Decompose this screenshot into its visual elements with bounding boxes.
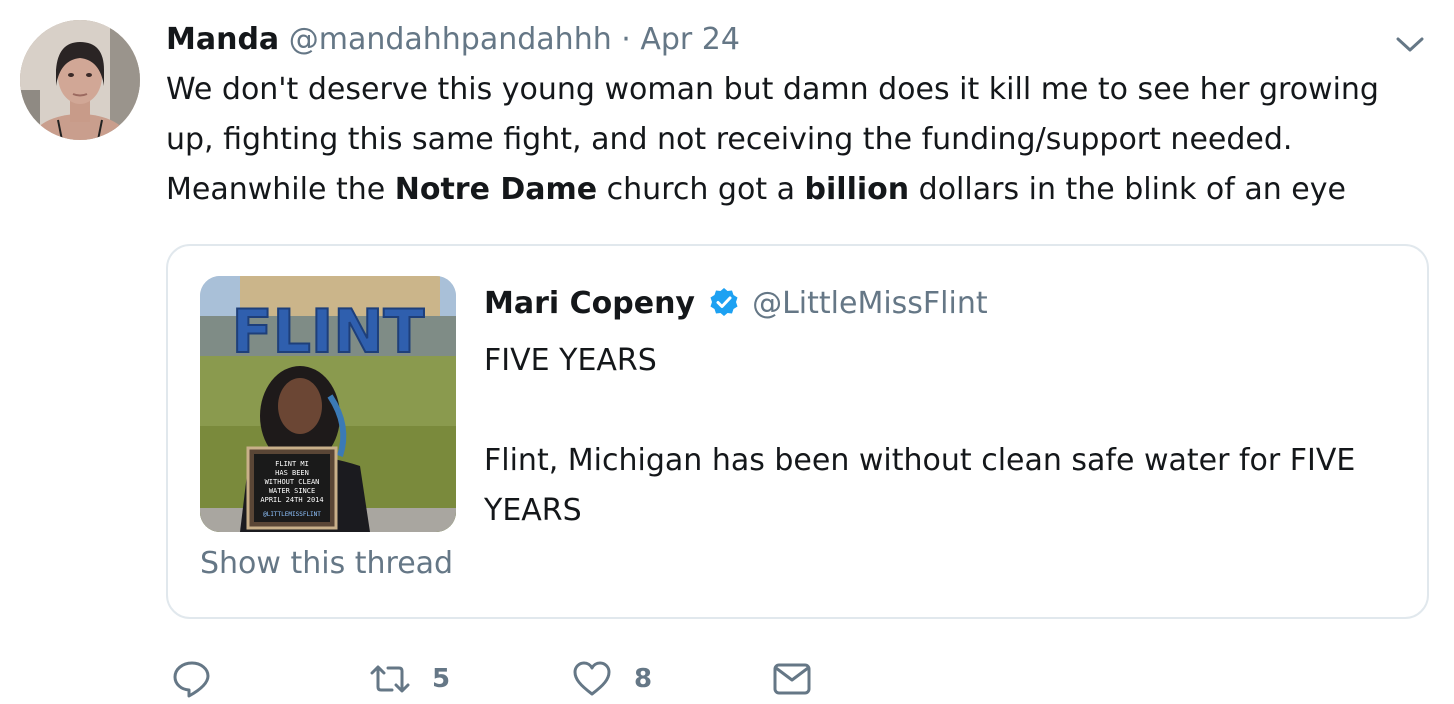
show-thread-link[interactable]: Show this thread bbox=[200, 544, 453, 584]
more-options-icon[interactable] bbox=[1394, 32, 1426, 56]
like-count: 8 bbox=[634, 664, 653, 694]
retweet-icon bbox=[370, 665, 410, 693]
retweet-button[interactable]: 5 bbox=[370, 656, 450, 702]
envelope-icon bbox=[773, 663, 811, 695]
quoted-tweet[interactable]: FLINT FLINT MI HAS BEEN WITHOUT CLEAN WA… bbox=[166, 244, 1429, 619]
author-name[interactable]: Manda bbox=[166, 22, 279, 57]
tweet-date[interactable]: Apr 24 bbox=[640, 22, 740, 57]
tweet: Manda @mandahhpandahhh · Apr 24 We don't… bbox=[0, 0, 1454, 704]
tweet-text-segment: church got a bbox=[597, 172, 805, 207]
sign-board-line: WITHOUT CLEAN bbox=[265, 478, 320, 486]
quoted-tweet-text: FIVE YEARS Flint, Michigan has been with… bbox=[484, 336, 1394, 536]
quoted-author-handle[interactable]: @LittleMissFlint bbox=[752, 286, 988, 321]
quoted-tweet-line: Flint, Michigan has been without clean s… bbox=[484, 443, 1356, 528]
tweet-header: Manda @mandahhpandahhh · Apr 24 bbox=[166, 20, 740, 60]
retweet-count: 5 bbox=[432, 664, 451, 694]
tweet-text: We don't deserve this young woman but da… bbox=[166, 65, 1436, 215]
heart-icon bbox=[573, 661, 611, 696]
tweet-text-bold: Notre Dame bbox=[394, 172, 598, 207]
tweet-text-bold: billion bbox=[804, 172, 910, 207]
tweet-actions: 5 8 bbox=[172, 656, 872, 702]
sign-board-line: FLINT MI bbox=[275, 460, 309, 468]
verified-badge-icon bbox=[709, 286, 739, 316]
quoted-tweet-line: FIVE YEARS bbox=[484, 343, 657, 378]
direct-message-button[interactable] bbox=[772, 656, 834, 702]
sign-board-line: @LITTLEMISSFLINT bbox=[263, 511, 321, 518]
author-handle[interactable]: @mandahhpandahhh bbox=[289, 22, 612, 57]
like-button[interactable]: 8 bbox=[572, 656, 652, 702]
sign-board-line: WATER SINCE bbox=[269, 487, 315, 495]
quoted-author-name[interactable]: Mari Copeny bbox=[484, 286, 695, 321]
quoted-tweet-header: Mari Copeny @LittleMissFlint bbox=[484, 282, 988, 326]
sign-board-line: APRIL 24TH 2014 bbox=[260, 496, 323, 504]
avatar[interactable] bbox=[20, 20, 140, 140]
tweet-text-segment: dollars in the blink of an eye bbox=[909, 172, 1346, 207]
separator-dot: · bbox=[621, 22, 631, 57]
quoted-tweet-image[interactable]: FLINT FLINT MI HAS BEEN WITHOUT CLEAN WA… bbox=[200, 276, 456, 532]
reply-button[interactable] bbox=[172, 656, 234, 702]
sign-board-line: HAS BEEN bbox=[275, 469, 309, 477]
reply-icon bbox=[173, 661, 210, 698]
